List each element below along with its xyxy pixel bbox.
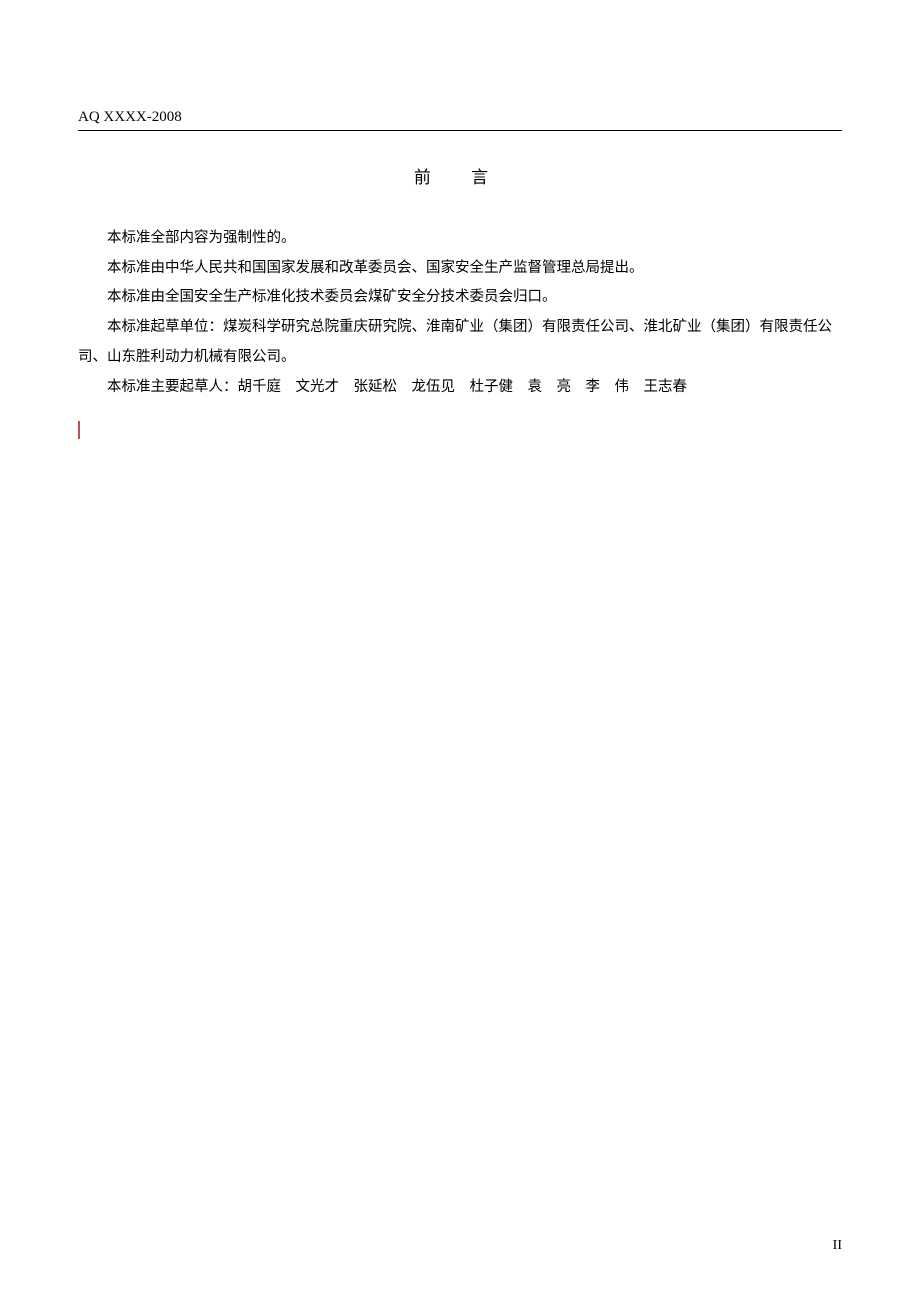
paragraph-5: 本标准主要起草人：胡千庭 文光才 张延松 龙伍见 杜子健 袁 亮 李 伟 王志春 — [78, 373, 842, 403]
page-number: II — [833, 1238, 842, 1254]
cursor-mark — [78, 421, 80, 439]
page-container: AQ XXXX-2008 前 言 本标准全部内容为强制性的。 本标准由中华人民共… — [0, 0, 920, 402]
paragraph-3: 本标准由全国安全生产标准化技术委员会煤矿安全分技术委员会归口。 — [78, 283, 842, 313]
paragraph-2: 本标准由中华人民共和国国家发展和改革委员会、国家安全生产监督管理总局提出。 — [78, 254, 842, 284]
page-title: 前 言 — [78, 163, 842, 188]
paragraph-4: 本标准起草单位：煤炭科学研究总院重庆研究院、淮南矿业（集团）有限责任公司、淮北矿… — [78, 313, 842, 372]
body-content: 本标准全部内容为强制性的。 本标准由中华人民共和国国家发展和改革委员会、国家安全… — [78, 224, 842, 402]
paragraph-1: 本标准全部内容为强制性的。 — [78, 224, 842, 254]
header-line: AQ XXXX-2008 — [78, 108, 842, 131]
standard-code: AQ XXXX-2008 — [78, 109, 182, 125]
